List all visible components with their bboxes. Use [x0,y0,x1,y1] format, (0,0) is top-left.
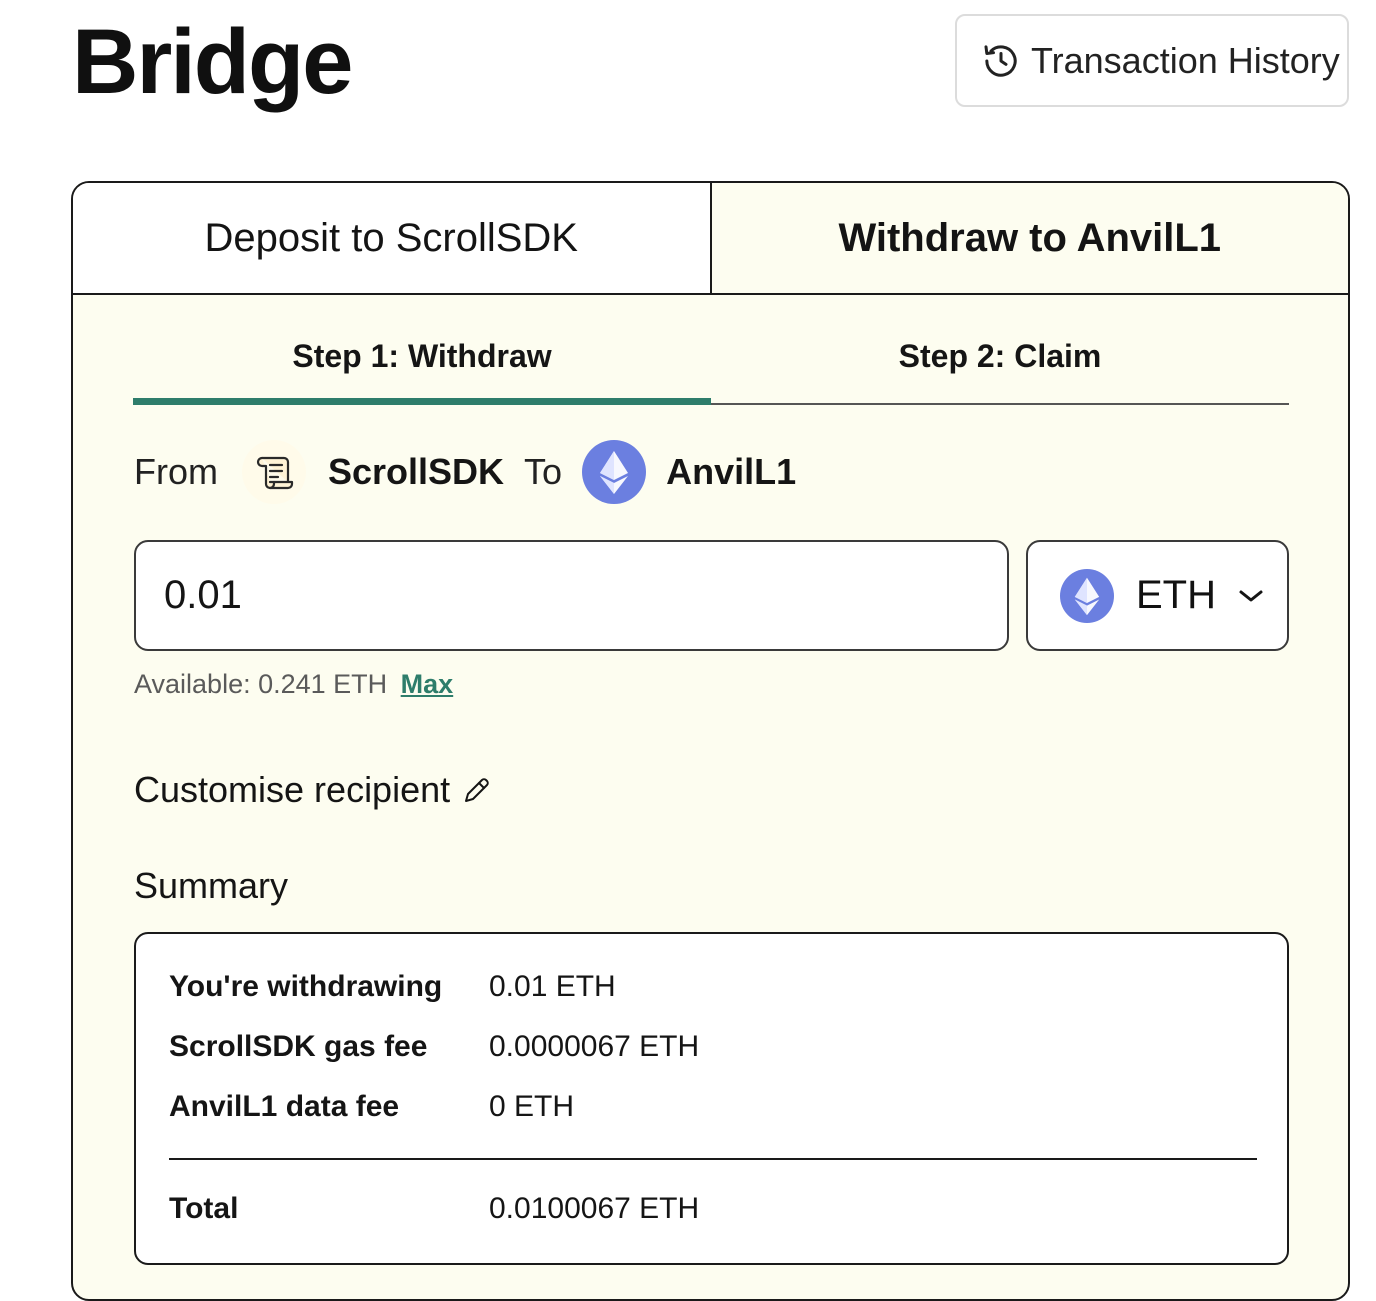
amount-input[interactable] [134,540,1009,651]
summary-row-gas-fee: ScrollSDK gas fee 0.0000067 ETH [169,1030,699,1064]
summary-label: ScrollSDK gas fee [169,1030,428,1063]
tab-step-withdraw[interactable]: Step 1: Withdraw [133,313,711,405]
bridge-mode-tabs: Deposit to ScrollSDK Withdraw to AnvilL1 [73,183,1348,295]
ethereum-icon [1060,568,1114,623]
tab-withdraw[interactable]: Withdraw to AnvilL1 [711,183,1348,293]
summary-value: 0.01 ETH [489,970,616,1003]
summary-value: 0 ETH [489,1090,575,1123]
max-link[interactable]: Max [401,669,454,699]
summary-row-total: Total 0.0100067 ETH [169,1192,699,1226]
route-row: From ScrollSDK To AnvilL1 [134,439,796,505]
customise-recipient-button[interactable]: Customise recipient [134,769,492,811]
page-title: Bridge [72,11,353,113]
summary-box: You're withdrawing 0.01 ETH ScrollSDK ga… [134,932,1289,1265]
summary-row-withdrawing: You're withdrawing 0.01 ETH [169,970,616,1004]
summary-label: You're withdrawing [169,970,443,1003]
available-text: Available: 0.241 ETH [134,669,388,699]
pencil-icon [462,775,492,805]
transaction-history-button[interactable]: Transaction History [955,14,1349,107]
tab-deposit[interactable]: Deposit to ScrollSDK [73,183,712,293]
available-balance: Available: 0.241 ETH Max [134,669,453,700]
summary-label: AnvilL1 data fee [169,1090,400,1123]
step-tabs: Step 1: Withdraw Step 2: Claim [133,313,1289,405]
summary-row-data-fee: AnvilL1 data fee 0 ETH [169,1090,574,1124]
bridge-card: Deposit to ScrollSDK Withdraw to AnvilL1… [71,181,1350,1301]
chevron-down-icon [1238,588,1264,604]
total-label: Total [169,1192,239,1225]
from-label: From [134,451,218,492]
scroll-scroll-icon [242,440,306,504]
token-select[interactable]: ETH [1026,540,1289,651]
to-chain-name: AnvilL1 [666,451,797,492]
history-icon [981,41,1021,81]
customise-recipient-label: Customise recipient [134,769,451,810]
summary-value: 0.0000067 ETH [489,1030,700,1063]
token-symbol: ETH [1136,573,1216,617]
total-value: 0.0100067 ETH [489,1192,700,1225]
summary-divider [169,1158,1257,1160]
to-label: To [524,451,563,492]
ethereum-icon [582,440,647,504]
summary-heading: Summary [134,865,289,906]
transaction-history-label: Transaction History [1031,39,1340,81]
from-chain-name: ScrollSDK [328,451,505,492]
tab-step-claim[interactable]: Step 2: Claim [711,313,1289,403]
